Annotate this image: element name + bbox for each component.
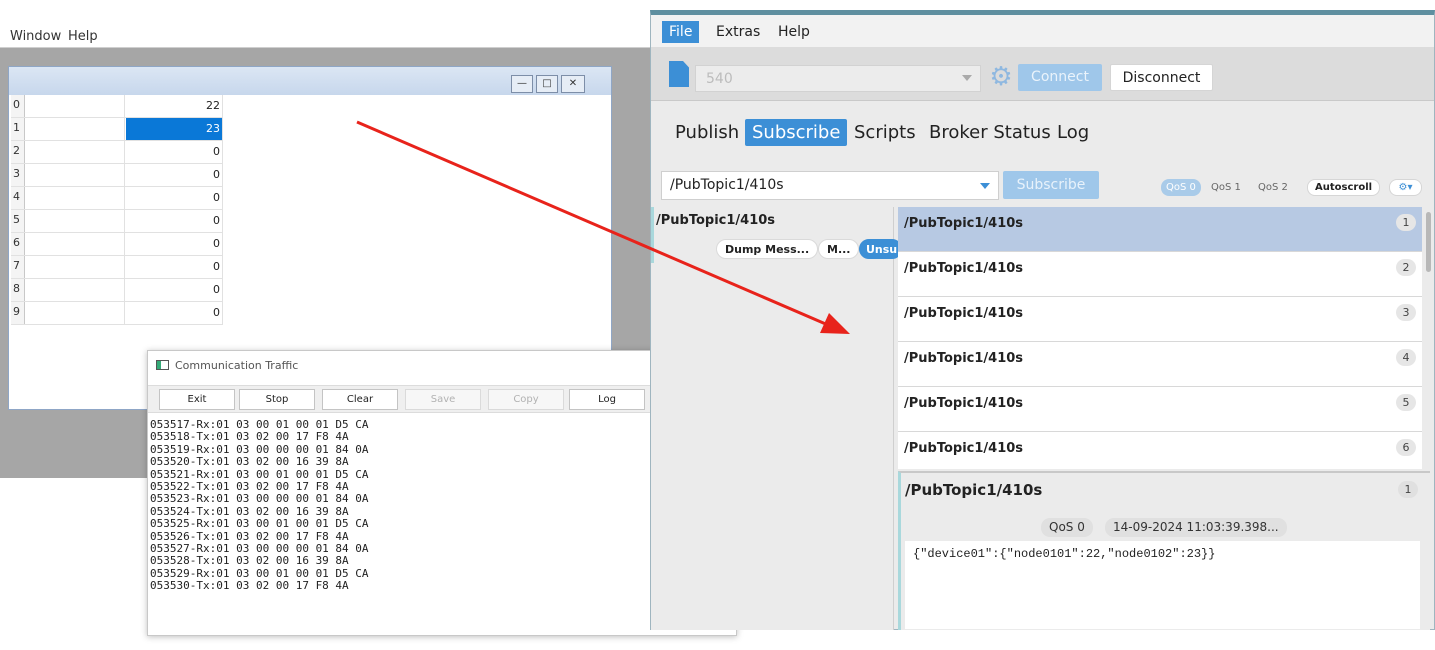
arrow-head xyxy=(820,313,850,334)
red-arrow-annotation xyxy=(356,120,850,334)
arrow-shaft xyxy=(356,120,829,327)
